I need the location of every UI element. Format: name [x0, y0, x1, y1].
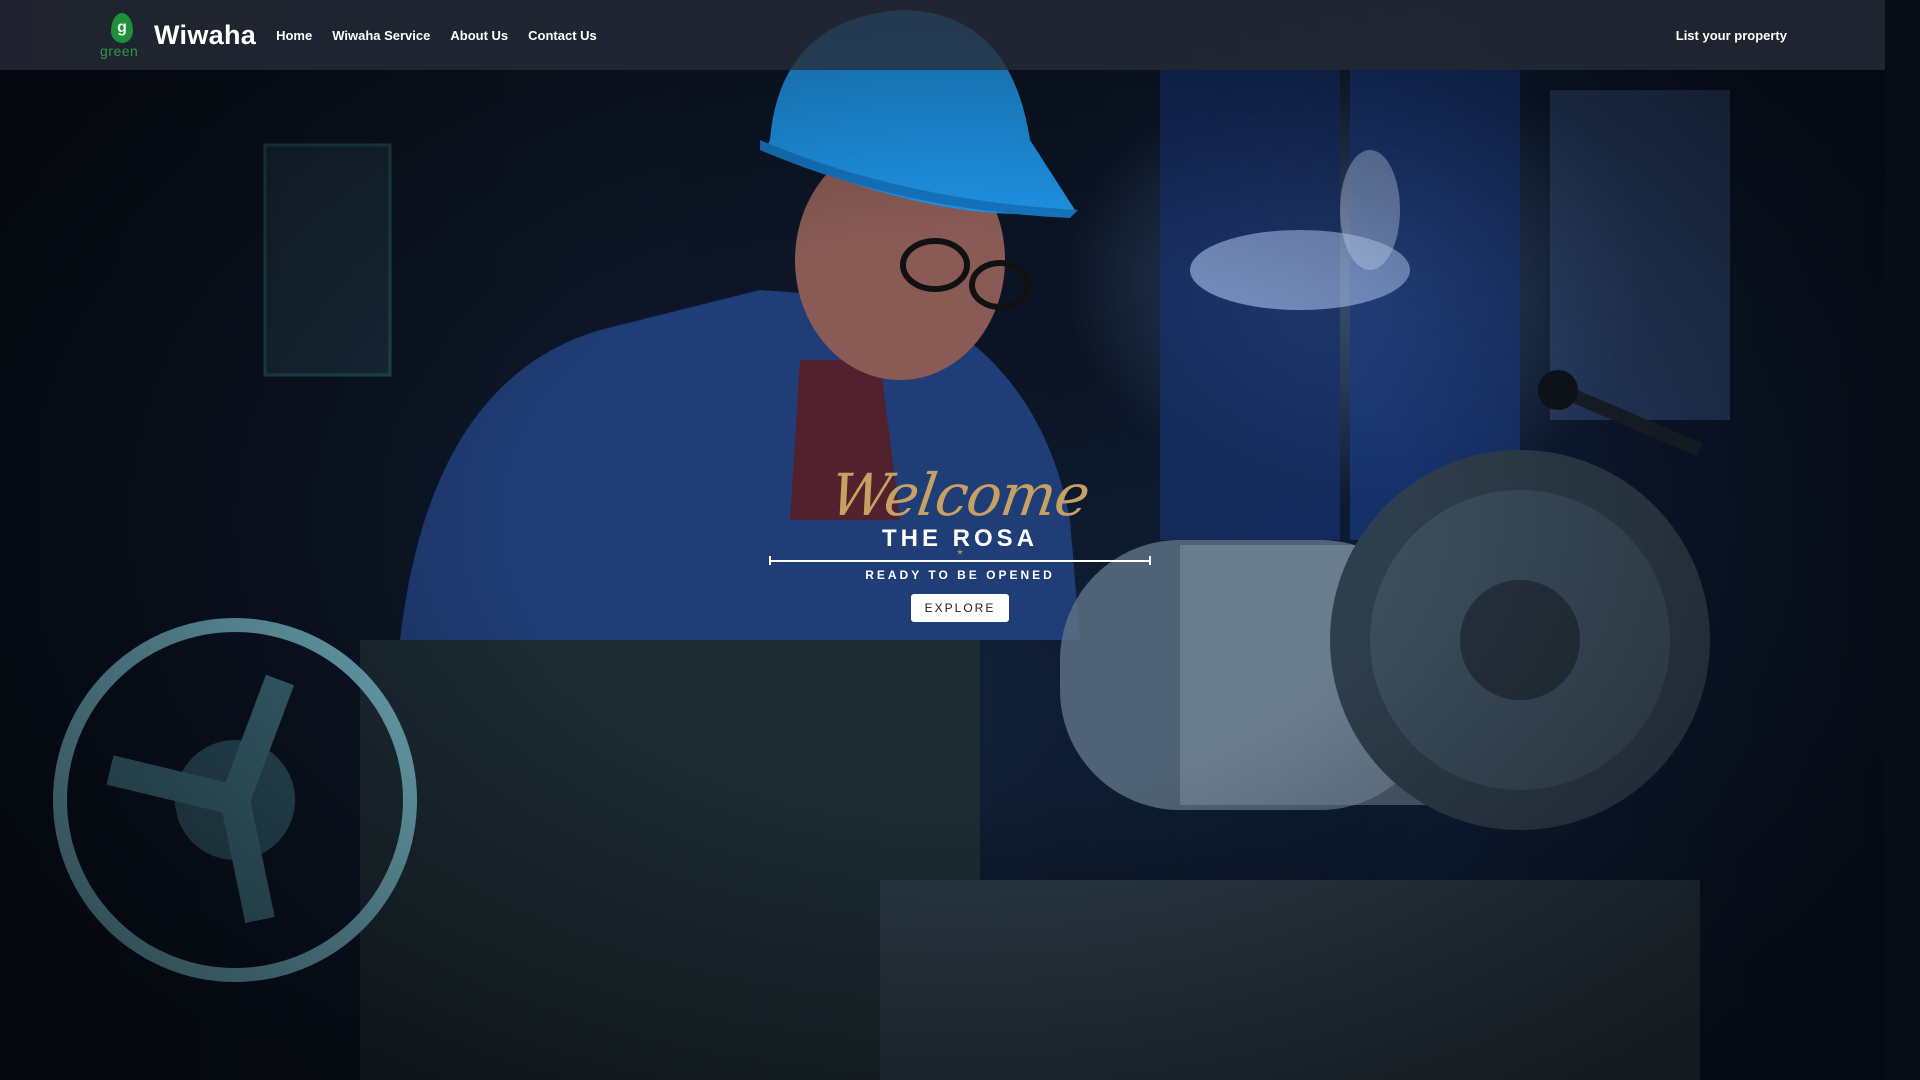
hero-section: Welcome THE ROSA * READY TO BE OPENED EX…: [0, 461, 1920, 622]
nav-links: Home Wiwaha Service About Us Contact Us: [276, 28, 597, 43]
hero-subtitle: READY TO BE OPENED: [865, 568, 1055, 582]
nav-link-home[interactable]: Home: [276, 28, 312, 43]
divider-right-cap: [1149, 556, 1151, 565]
list-your-property-link[interactable]: List your property: [1676, 28, 1787, 43]
explore-button[interactable]: EXPLORE: [910, 594, 1010, 622]
nav-link-about-us[interactable]: About Us: [450, 28, 508, 43]
brand-name: Wiwaha: [154, 19, 257, 50]
logo-leaf-mark: g: [111, 13, 133, 43]
page: g green Wiwaha Home Wiwaha Service About…: [0, 0, 1920, 1080]
nav-link-contact-us[interactable]: Contact Us: [528, 28, 597, 43]
logo-text: green: [100, 43, 139, 59]
page-scrollbar[interactable]: [1885, 0, 1920, 1080]
nav-link-wiwaha-service[interactable]: Wiwaha Service: [332, 28, 430, 43]
divider-left-cap: [769, 556, 771, 565]
top-navbar: g green Wiwaha Home Wiwaha Service About…: [0, 0, 1885, 70]
divider-star-icon: *: [957, 546, 963, 562]
hero-divider: *: [769, 547, 1151, 567]
brand-home-link[interactable]: g green Wiwaha: [98, 0, 256, 70]
green-logo-icon: g green: [98, 10, 144, 60]
hero-welcome-script: Welcome: [826, 461, 1094, 529]
